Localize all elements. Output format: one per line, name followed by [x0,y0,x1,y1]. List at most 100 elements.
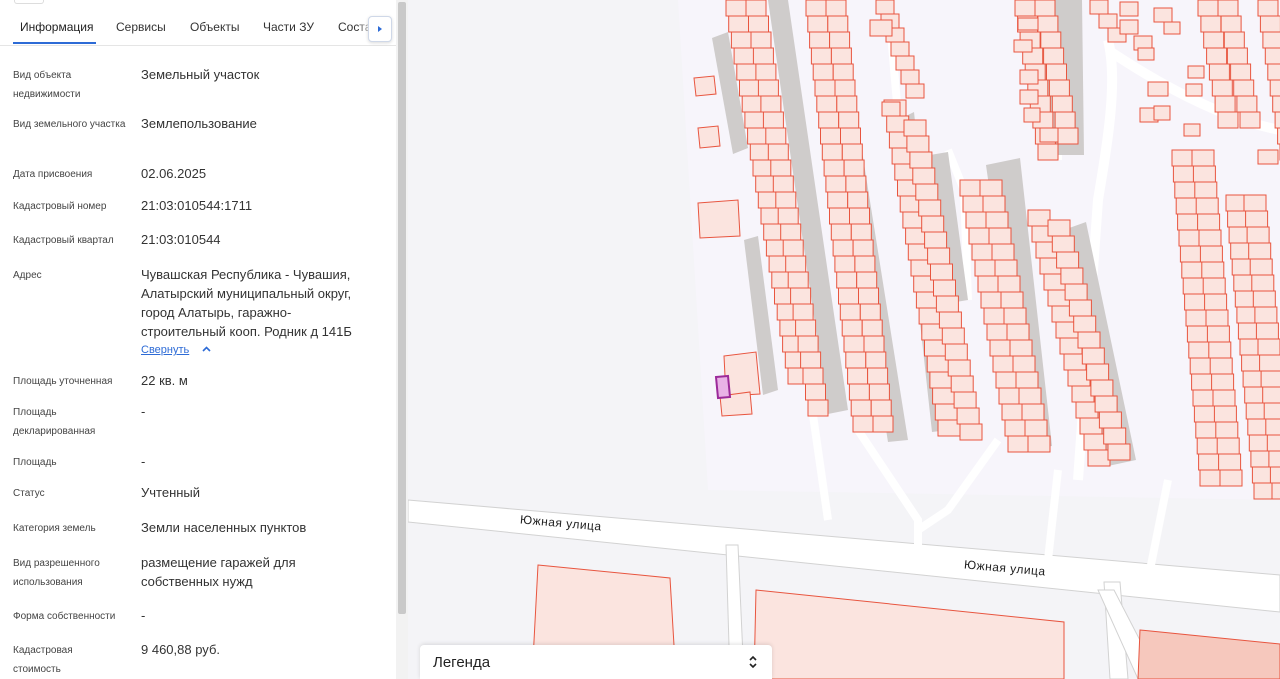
parcel[interactable] [1185,83,1203,97]
parcel[interactable] [1177,213,1201,231]
parcel[interactable] [1217,111,1239,129]
parcel[interactable] [1257,0,1279,17]
parcel[interactable] [1087,449,1111,467]
parcel[interactable] [1197,0,1219,17]
parcel[interactable] [1209,357,1233,375]
parcel[interactable] [838,111,860,129]
parcel[interactable] [847,367,869,385]
parcel[interactable] [872,415,894,433]
parcel[interactable] [1163,21,1181,35]
map-canvas[interactable] [408,0,1280,679]
parcel[interactable] [1051,235,1075,253]
parcel[interactable] [971,243,995,261]
parcel[interactable] [845,175,867,193]
parcel[interactable] [1259,15,1280,33]
parcel[interactable] [859,303,881,321]
parcel[interactable] [1014,0,1036,17]
cadastral-map[interactable]: Южная улица Южная улица [408,0,1280,679]
parcel[interactable] [1239,111,1261,129]
parcel[interactable] [1021,403,1045,421]
parcel[interactable] [1047,219,1071,237]
parcel[interactable] [744,111,766,129]
parcel[interactable] [755,63,777,81]
parcel[interactable] [1191,149,1215,167]
parcel[interactable] [1233,79,1255,97]
parcel[interactable] [772,175,794,193]
parcel[interactable] [890,41,910,57]
parcel[interactable] [986,323,1010,341]
parcel[interactable] [818,111,840,129]
parcel[interactable] [1153,7,1173,23]
parcel[interactable] [749,143,771,161]
parcel[interactable] [1081,347,1105,365]
parcel[interactable] [1037,15,1059,33]
parcel[interactable] [1186,325,1210,343]
parcel[interactable] [944,343,968,361]
parcel[interactable] [1001,403,1025,421]
parcel[interactable] [1178,229,1202,247]
parcel[interactable] [1079,417,1103,435]
parcel[interactable] [814,79,836,97]
parcel[interactable] [760,95,782,113]
parcel[interactable] [1147,81,1169,97]
parcel[interactable] [959,179,983,197]
parcel[interactable] [974,259,998,277]
parcel[interactable] [1197,213,1221,231]
parcel[interactable] [988,227,1012,245]
parcel[interactable] [816,95,838,113]
parcel[interactable] [1196,437,1220,455]
selected-parcel[interactable] [714,374,732,400]
parcel[interactable] [1208,63,1230,81]
parcel[interactable] [1189,357,1213,375]
parcel[interactable] [834,79,856,97]
parcel[interactable] [787,271,809,289]
parcel[interactable] [1089,0,1109,15]
parcel[interactable] [1046,63,1067,81]
parcel[interactable] [1206,47,1228,65]
parcel[interactable] [733,47,755,65]
parcel[interactable] [1203,31,1225,49]
parcel[interactable] [1268,450,1280,468]
parcel[interactable] [730,31,752,49]
parcel[interactable] [849,207,870,225]
parcel[interactable] [1051,95,1073,113]
parcel[interactable] [1265,418,1280,436]
parcel[interactable] [1195,421,1219,439]
parcel[interactable] [1073,315,1097,333]
legend-panel[interactable]: Легенда [420,645,772,679]
parcel[interactable] [858,287,879,305]
parcel[interactable] [807,399,829,417]
parcel[interactable] [838,287,859,305]
parcel[interactable] [782,239,804,257]
parcel[interactable] [852,415,874,433]
parcel[interactable] [994,259,1018,277]
parcel[interactable] [820,127,841,145]
parcel[interactable] [1006,323,1030,341]
parcel[interactable] [840,127,861,145]
parcel[interactable] [1220,15,1242,33]
parcel[interactable] [1056,251,1080,269]
parcel[interactable] [747,127,769,145]
parcel[interactable] [1252,290,1276,308]
parcel[interactable] [1211,79,1233,97]
tab-services[interactable]: Сервисы [116,20,166,34]
parcel[interactable] [1205,309,1229,327]
parcel[interactable] [1137,47,1155,61]
parcel[interactable] [802,367,824,385]
parcel[interactable] [1182,277,1206,295]
parcel[interactable] [868,383,890,401]
parcel[interactable] [865,351,887,369]
parcel[interactable] [856,271,878,289]
parcel[interactable] [977,275,1001,293]
parcel[interactable] [869,19,893,37]
parcel[interactable] [959,423,983,441]
parcel[interactable] [998,387,1022,405]
parcel[interactable] [827,191,849,209]
parcel[interactable] [933,279,956,297]
parcel[interactable] [1037,143,1059,161]
parcel[interactable] [852,239,874,257]
parcel[interactable] [790,287,812,305]
parcel[interactable] [829,31,851,49]
parcel[interactable] [848,383,870,401]
parcel[interactable] [861,319,883,337]
